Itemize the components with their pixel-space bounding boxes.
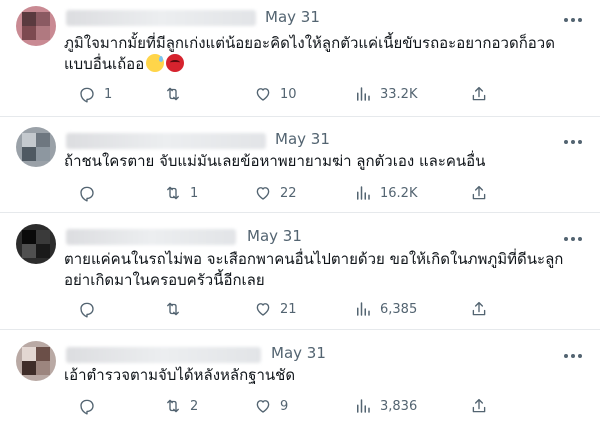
- views-icon: [357, 302, 370, 316]
- like-button[interactable]: 22: [254, 183, 297, 203]
- retweet-button[interactable]: [164, 84, 190, 104]
- reply-icon: [80, 87, 94, 103]
- like-icon: [256, 187, 270, 200]
- tweet-text: ถ้าชนใครตาย จับแม่มันเลยข้อหาพยายามฆ่า ล…: [64, 151, 564, 172]
- like-button[interactable]: 9: [254, 396, 288, 416]
- like-count: 21: [280, 301, 297, 317]
- share-button[interactable]: [470, 299, 496, 319]
- tweet-body: ภูมิใจมากมั้ยที่มีลูกเก่งแต่น้อยอะคิดไงใ…: [64, 34, 555, 73]
- like-count: 9: [280, 398, 289, 414]
- reply-count: 1: [104, 86, 113, 102]
- avatar[interactable]: [16, 224, 56, 264]
- blurred-username: [66, 347, 261, 363]
- like-button[interactable]: 21: [254, 299, 297, 319]
- views-button[interactable]: 16.2K: [354, 183, 417, 203]
- avatar[interactable]: [16, 6, 56, 46]
- like-icon: [256, 400, 270, 413]
- tweet-date[interactable]: May 31: [265, 8, 320, 26]
- share-button[interactable]: [470, 183, 496, 203]
- tweet-3[interactable]: May 31 ตายแค่คนในรถไม่พอ จะเสือกพาคนอื่น…: [0, 213, 600, 330]
- more-icon[interactable]: [564, 140, 582, 144]
- like-icon: [256, 303, 270, 316]
- views-icon: [357, 399, 370, 413]
- views-count: 3,836: [380, 398, 418, 414]
- retweet-icon: [167, 186, 179, 200]
- reply-icon: [80, 186, 94, 202]
- tweet-date[interactable]: May 31: [247, 227, 302, 245]
- share-icon: [472, 398, 486, 413]
- share-button[interactable]: [470, 396, 496, 416]
- reply-button[interactable]: [78, 183, 104, 203]
- retweet-icon: [167, 87, 179, 101]
- tweet-actions: 2 9 3,836: [66, 396, 506, 416]
- views-count: 33.2K: [380, 86, 418, 102]
- retweet-button[interactable]: 2: [164, 396, 198, 416]
- avatar[interactable]: [16, 127, 56, 167]
- tweet-text: ภูมิใจมากมั้ยที่มีลูกเก่งแต่น้อยอะคิดไงใ…: [64, 33, 564, 75]
- more-icon[interactable]: [564, 18, 582, 22]
- retweet-icon: [167, 302, 179, 316]
- tweet-actions: 1 22 16.2K: [66, 183, 506, 203]
- tweet-body: ตายแค่คนในรถไม่พอ จะเสือกพาคนอื่นไปตายด้…: [64, 250, 564, 289]
- tweet-actions: 21 6,385: [66, 299, 506, 319]
- more-icon[interactable]: [564, 237, 582, 241]
- tweet-date[interactable]: May 31: [271, 344, 326, 362]
- retweet-count: 1: [190, 185, 199, 201]
- share-icon: [472, 301, 486, 316]
- avatar[interactable]: [16, 341, 56, 381]
- more-icon[interactable]: [564, 354, 582, 358]
- reply-button[interactable]: [78, 396, 104, 416]
- blurred-username: [66, 10, 256, 26]
- tweet-4[interactable]: May 31 เอ้าตำรวจตามจับได้หลังหลักฐานชัด …: [0, 330, 600, 429]
- tweet-actions: 1 10 33.2K: [66, 84, 506, 104]
- like-count: 22: [280, 185, 297, 201]
- reply-icon: [80, 399, 94, 415]
- views-icon: [357, 87, 370, 101]
- angry-face-emoji-icon: [166, 54, 185, 72]
- views-count: 6,385: [380, 301, 418, 317]
- retweet-count: 2: [190, 398, 199, 414]
- views-button[interactable]: 3,836: [354, 396, 417, 416]
- views-count: 16.2K: [380, 185, 418, 201]
- blurred-username: [66, 229, 236, 245]
- tweet-2[interactable]: May 31 ถ้าชนใครตาย จับแม่มันเลยข้อหาพยาย…: [0, 117, 600, 213]
- tweet-1[interactable]: May 31 ภูมิใจมากมั้ยที่มีลูกเก่งแต่น้อยอ…: [0, 0, 600, 117]
- reply-button[interactable]: [78, 299, 104, 319]
- tweet-body: เอ้าตำรวจตามจับได้หลังหลักฐานชัด: [64, 366, 296, 384]
- like-button[interactable]: 10: [254, 84, 297, 104]
- share-icon: [472, 185, 486, 200]
- tweet-text: เอ้าตำรวจตามจับได้หลังหลักฐานชัด: [64, 365, 564, 386]
- like-icon: [256, 88, 270, 101]
- blurred-username: [66, 133, 266, 149]
- tweet-date[interactable]: May 31: [275, 130, 330, 148]
- reply-icon: [80, 302, 94, 318]
- retweet-button[interactable]: 1: [164, 183, 198, 203]
- reply-button[interactable]: 1: [78, 84, 112, 104]
- like-count: 10: [280, 86, 297, 102]
- tweet-body: ถ้าชนใครตาย จับแม่มันเลยข้อหาพยายามฆ่า ล…: [64, 152, 486, 170]
- views-icon: [357, 186, 370, 200]
- views-button[interactable]: 6,385: [354, 299, 417, 319]
- share-icon: [472, 86, 486, 101]
- retweet-icon: [167, 399, 179, 413]
- views-button[interactable]: 33.2K: [354, 84, 417, 104]
- sweat-smile-emoji-icon: [146, 54, 165, 72]
- retweet-button[interactable]: [164, 299, 190, 319]
- share-button[interactable]: [470, 84, 496, 104]
- tweet-text: ตายแค่คนในรถไม่พอ จะเสือกพาคนอื่นไปตายด้…: [64, 249, 564, 291]
